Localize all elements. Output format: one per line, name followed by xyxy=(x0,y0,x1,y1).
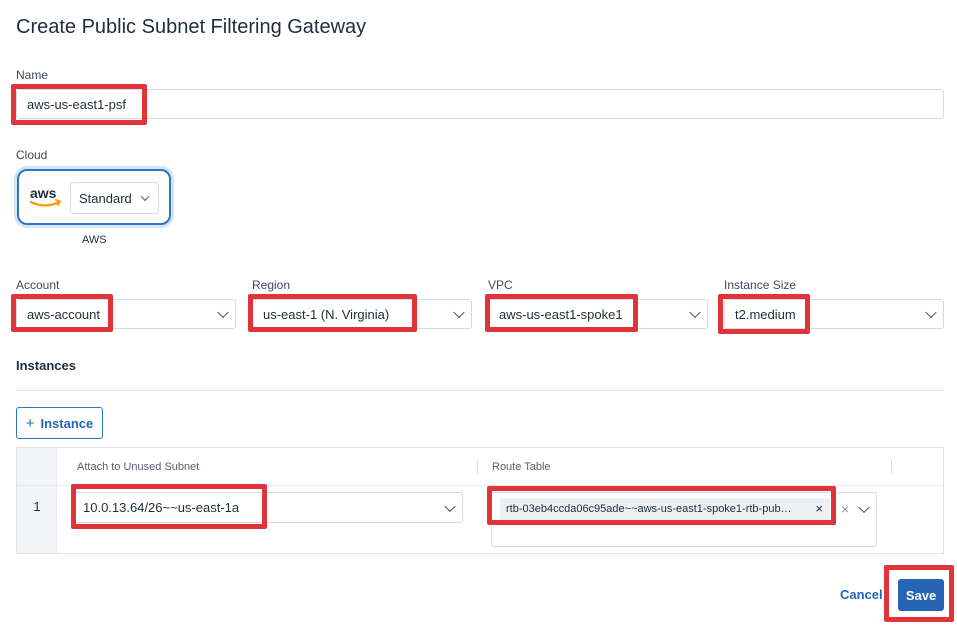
chip-remove-icon[interactable]: × xyxy=(815,501,823,516)
cloud-type-select[interactable]: Standard xyxy=(70,182,159,214)
chevron-down-icon xyxy=(453,306,465,319)
cancel-button[interactable]: Cancel xyxy=(840,587,883,602)
dialog-title: Create Public Subnet Filtering Gateway xyxy=(16,16,367,38)
route-table-chip-label: rtb-03eb4ccda06c95ade~~aws-us-east1-spok… xyxy=(506,503,792,515)
chevron-down-icon xyxy=(689,306,701,319)
chevron-down-icon xyxy=(217,306,229,319)
aws-logo-icon: aws xyxy=(28,183,64,211)
row-index: 1 xyxy=(33,498,41,514)
instance-size-select[interactable]: t2.medium xyxy=(724,299,944,329)
add-instance-label: Instance xyxy=(40,415,94,431)
vpc-value: aws-us-east1-spoke1 xyxy=(499,306,623,322)
svg-text:aws: aws xyxy=(30,185,57,201)
region-value: us-east-1 (N. Virginia) xyxy=(263,306,390,322)
chevron-down-icon xyxy=(444,500,456,512)
plus-icon: + xyxy=(25,414,35,432)
vpc-label: VPC xyxy=(488,278,513,292)
add-instance-button[interactable]: + Instance xyxy=(16,407,103,439)
chevron-down-icon[interactable] xyxy=(858,501,870,514)
name-input[interactable]: aws-us-east1-psf xyxy=(16,89,944,119)
vpc-select[interactable]: aws-us-east1-spoke1 xyxy=(488,299,708,329)
account-label: Account xyxy=(16,278,60,292)
instance-size-value: t2.medium xyxy=(735,306,796,322)
column-separator xyxy=(477,460,478,474)
route-table-multiselect[interactable]: rtb-03eb4ccda06c95ade~~aws-us-east1-spok… xyxy=(491,492,877,547)
account-select[interactable]: aws-account xyxy=(16,299,236,329)
region-label: Region xyxy=(252,278,291,292)
region-select[interactable]: us-east-1 (N. Virginia) xyxy=(252,299,472,329)
route-table-chip: rtb-03eb4ccda06c95ade~~aws-us-east1-spok… xyxy=(500,498,830,520)
cloud-label: Cloud xyxy=(16,148,48,162)
subnet-select[interactable]: 10.0.13.64/26~~us-east-1a xyxy=(72,492,463,523)
instances-divider xyxy=(16,390,944,391)
save-button[interactable]: Save xyxy=(898,579,944,611)
chevron-down-icon xyxy=(925,306,937,319)
subnet-value: 10.0.13.64/26~~us-east-1a xyxy=(83,500,240,515)
account-value: aws-account xyxy=(27,306,100,322)
column-header-route-table[interactable]: Route Table xyxy=(492,448,551,485)
cloud-caption: AWS xyxy=(82,234,107,246)
grid-header-divider xyxy=(17,485,943,486)
chevron-down-icon xyxy=(140,192,150,202)
cloud-type-value: Standard xyxy=(79,190,132,206)
name-input-value: aws-us-east1-psf xyxy=(27,96,126,112)
instance-size-label: Instance Size xyxy=(724,278,797,292)
instances-title: Instances xyxy=(16,358,76,373)
column-separator xyxy=(891,460,892,474)
cloud-card-aws[interactable]: aws Standard xyxy=(17,169,171,225)
name-label: Name xyxy=(16,68,49,82)
column-header-subnet[interactable]: Attach to Unused Subnet xyxy=(77,448,199,485)
clear-icon[interactable]: × xyxy=(841,501,849,517)
